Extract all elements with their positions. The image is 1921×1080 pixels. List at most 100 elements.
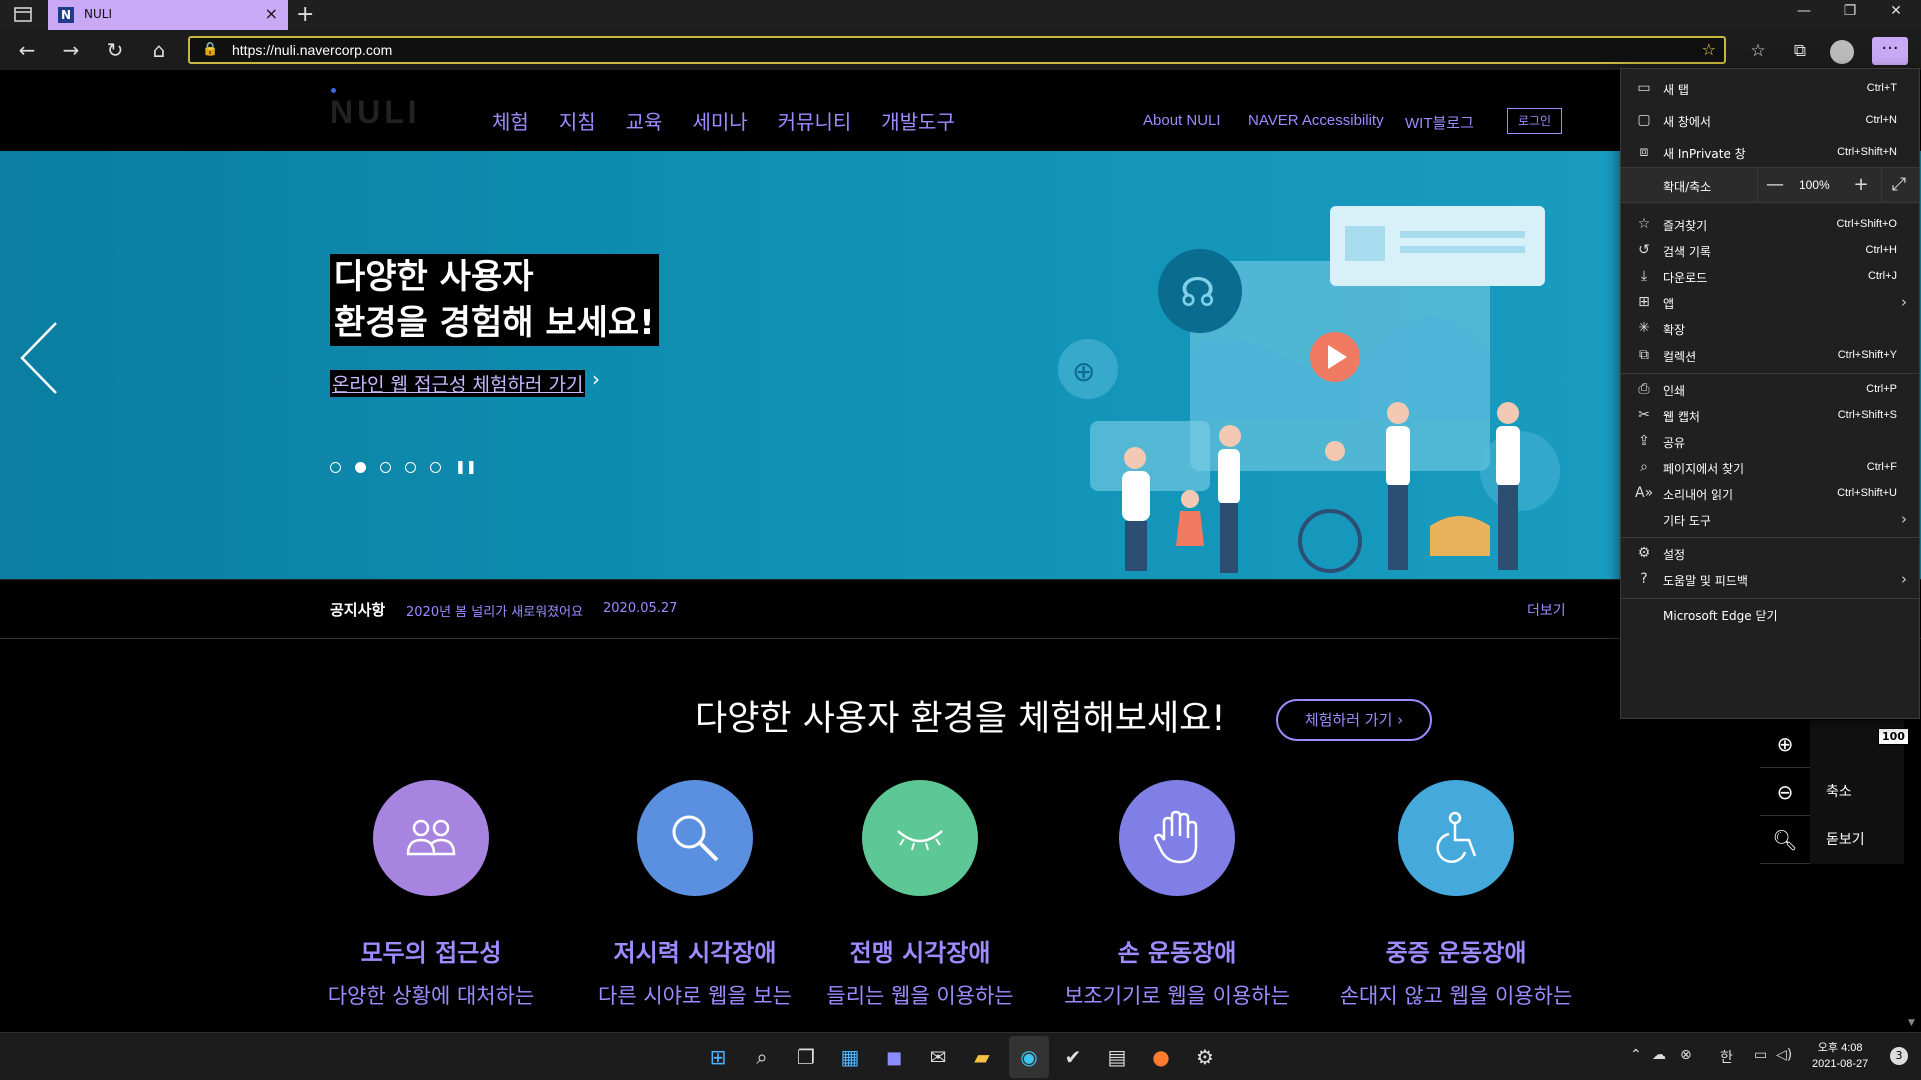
zoom-in-icon: ⊕ xyxy=(1072,355,1095,388)
refresh-icon[interactable]: ↻ xyxy=(100,36,130,64)
nav-item-education[interactable]: 교육 xyxy=(626,106,663,135)
clock-time: 오후 4:08 xyxy=(1817,1042,1863,1054)
teams-icon[interactable]: ▤ xyxy=(1101,1041,1133,1073)
minus-circle-icon: ⊖ xyxy=(1776,779,1794,804)
todo-icon[interactable]: ✔ xyxy=(1057,1041,1089,1073)
slide-dot[interactable] xyxy=(380,462,391,473)
settings-gear-icon[interactable]: ⚙ xyxy=(1189,1041,1221,1073)
wit-blog-link[interactable]: WIT블로그 xyxy=(1405,112,1474,133)
slide-dot[interactable] xyxy=(405,462,416,473)
start-icon[interactable]: ⊞ xyxy=(702,1041,734,1073)
login-button[interactable]: 로그인 xyxy=(1507,108,1562,134)
back-icon[interactable]: ← xyxy=(12,36,42,64)
favorites-icon: ☆ xyxy=(1637,216,1651,232)
task-view-icon[interactable]: ❐ xyxy=(790,1041,822,1073)
menu-shortcut: Ctrl+P xyxy=(1866,383,1897,395)
menu-item-new-tab[interactable]: ▭ 새 탭 Ctrl+T xyxy=(1621,73,1919,105)
tab-actions-icon[interactable] xyxy=(12,6,36,24)
defender-icon[interactable]: ⊗ xyxy=(1680,1047,1692,1063)
zoom-value: 100% xyxy=(1799,178,1830,192)
about-nuli-link[interactable]: About NULI xyxy=(1143,112,1221,129)
card-severe-motor[interactable]: 중증 운동장애 손대지 않고 웹을 이용하는 xyxy=(1316,780,1596,1010)
people-icon xyxy=(373,780,489,896)
slide-dot-active[interactable] xyxy=(355,462,366,473)
mail-icon[interactable]: ✉ xyxy=(922,1041,954,1073)
collections-icon[interactable]: ⧉ xyxy=(1786,38,1814,64)
tab-title: NULI xyxy=(84,7,112,21)
zoom-out-label: 축소 xyxy=(1810,767,1904,816)
nav-item-devtools[interactable]: 개발도구 xyxy=(881,106,955,135)
menu-label: 컬렉션 xyxy=(1663,350,1697,364)
site-logo[interactable]: NULI xyxy=(330,94,421,131)
menu-shortcut: Ctrl+Shift+S xyxy=(1837,409,1897,421)
forward-icon[interactable]: → xyxy=(56,36,86,64)
notice-title-link[interactable]: 2020년 봄 널리가 새로워졌어요 xyxy=(406,601,583,620)
hero-prev-arrow-icon[interactable] xyxy=(20,321,60,395)
volume-icon[interactable]: ◁) xyxy=(1776,1047,1792,1063)
ear-icon: ☊ xyxy=(1180,270,1216,316)
menu-item-help[interactable]: ? 도움말 및 피드백 › xyxy=(1621,564,1919,596)
settings-more-button[interactable]: ··· xyxy=(1872,37,1908,65)
menu-shortcut: Ctrl+H xyxy=(1865,244,1897,256)
edge-browser-icon[interactable]: ◉ xyxy=(1013,1041,1045,1073)
profile-avatar[interactable] xyxy=(1830,40,1854,64)
tab-close-icon[interactable]: × xyxy=(265,4,278,23)
onedrive-icon[interactable]: ☁ xyxy=(1652,1047,1666,1063)
chevron-right-icon: › xyxy=(592,367,600,391)
hand-icon xyxy=(1119,780,1235,896)
lock-icon[interactable]: 🔒 xyxy=(202,42,218,57)
taskbar-clock[interactable]: 오후 4:08 2021-08-27 xyxy=(1812,1040,1868,1072)
window-close-icon[interactable]: ✕ xyxy=(1876,3,1916,19)
read-aloud-icon: A» xyxy=(1635,485,1654,501)
nav-item-seminar[interactable]: 세미나 xyxy=(692,106,747,135)
notification-count-badge[interactable]: 3 xyxy=(1890,1047,1908,1065)
zoom-in-button[interactable]: + xyxy=(1847,173,1875,199)
file-explorer-icon[interactable]: ▰ xyxy=(966,1041,998,1073)
search-icon[interactable]: ⌕ xyxy=(746,1041,778,1073)
favorites-icon[interactable]: ☆ xyxy=(1744,38,1772,64)
menu-item-collections[interactable]: ⧉ 컬렉션 Ctrl+Shift+Y xyxy=(1621,340,1919,372)
card-name: 전맹 시각장애 xyxy=(849,939,991,967)
pause-icon[interactable]: ❚❚ xyxy=(455,460,477,475)
card-total-blindness[interactable]: 전맹 시각장애 들리는 웹을 이용하는 xyxy=(780,780,1060,1010)
naver-accessibility-link[interactable]: NAVER Accessibility xyxy=(1248,112,1384,129)
notice-more-link[interactable]: 더보기 xyxy=(1527,600,1566,620)
nav-item-community[interactable]: 커뮤니티 xyxy=(778,106,852,135)
new-tab-button[interactable]: + xyxy=(296,2,314,27)
download-icon: ⤓ xyxy=(1640,268,1648,284)
browser-tab-active[interactable]: N NULI × xyxy=(48,0,288,30)
try-experience-button[interactable]: 체험하러 가기 › xyxy=(1276,699,1432,741)
menu-item-close-edge[interactable]: Microsoft Edge 닫기 xyxy=(1621,599,1919,631)
zoom-out-button[interactable]: — xyxy=(1761,173,1789,199)
tray-overflow-icon[interactable]: ⌃ xyxy=(1630,1047,1642,1063)
ime-indicator[interactable]: 한 xyxy=(1720,1047,1733,1067)
address-url[interactable]: https://nuli.navercorp.com xyxy=(232,42,392,58)
menu-item-new-window[interactable]: ▢ 새 창에서 Ctrl+N xyxy=(1621,105,1919,137)
side-tool-zoom-out[interactable]: ⊖ 축소 xyxy=(1760,767,1904,816)
menu-item-inprivate[interactable]: ⧈ 새 InPrivate 창 Ctrl+Shift+N xyxy=(1621,137,1919,169)
scroll-down-arrow-icon[interactable]: ▼ xyxy=(1908,1018,1915,1028)
card-universal-accessibility[interactable]: 모두의 접근성 다양한 상황에 대처하는 xyxy=(291,780,571,1010)
card-hand-motor[interactable]: 손 운동장애 보조기기로 웹을 이용하는 xyxy=(1037,780,1317,1010)
widgets-icon[interactable]: ▦ xyxy=(834,1041,866,1073)
side-tool-magnifier[interactable]: 🔍︎ 돋보기 xyxy=(1760,815,1904,864)
nav-item-guidelines[interactable]: 지침 xyxy=(559,106,596,135)
fullscreen-icon[interactable]: ⤢ xyxy=(1885,173,1913,199)
slide-dot[interactable] xyxy=(430,462,441,473)
address-bar[interactable]: 🔒 https://nuli.navercorp.com ☆ xyxy=(188,36,1726,64)
chat-icon[interactable]: ◼ xyxy=(878,1041,910,1073)
nav-item-experience[interactable]: 체험 xyxy=(492,106,529,135)
restore-icon[interactable]: ❐ xyxy=(1830,3,1870,19)
menu-shortcut: Ctrl+J xyxy=(1867,270,1897,282)
hero-cta-link[interactable]: 온라인 웹 접근성 체험하러 가기 xyxy=(330,370,586,397)
network-icon[interactable]: ▭ xyxy=(1754,1047,1767,1063)
text-line xyxy=(1400,231,1525,238)
menu-label: 새 창에서 xyxy=(1663,115,1711,129)
print-icon: ⎙ xyxy=(1638,381,1650,397)
firefox-icon[interactable]: ● xyxy=(1145,1041,1177,1073)
minimize-icon[interactable]: — xyxy=(1784,3,1824,19)
menu-item-more-tools[interactable]: 기타 도구 › xyxy=(1621,504,1919,536)
slide-dot[interactable] xyxy=(330,462,341,473)
home-icon[interactable]: ⌂ xyxy=(144,36,174,64)
add-favorite-icon[interactable]: ☆ xyxy=(1702,40,1716,59)
